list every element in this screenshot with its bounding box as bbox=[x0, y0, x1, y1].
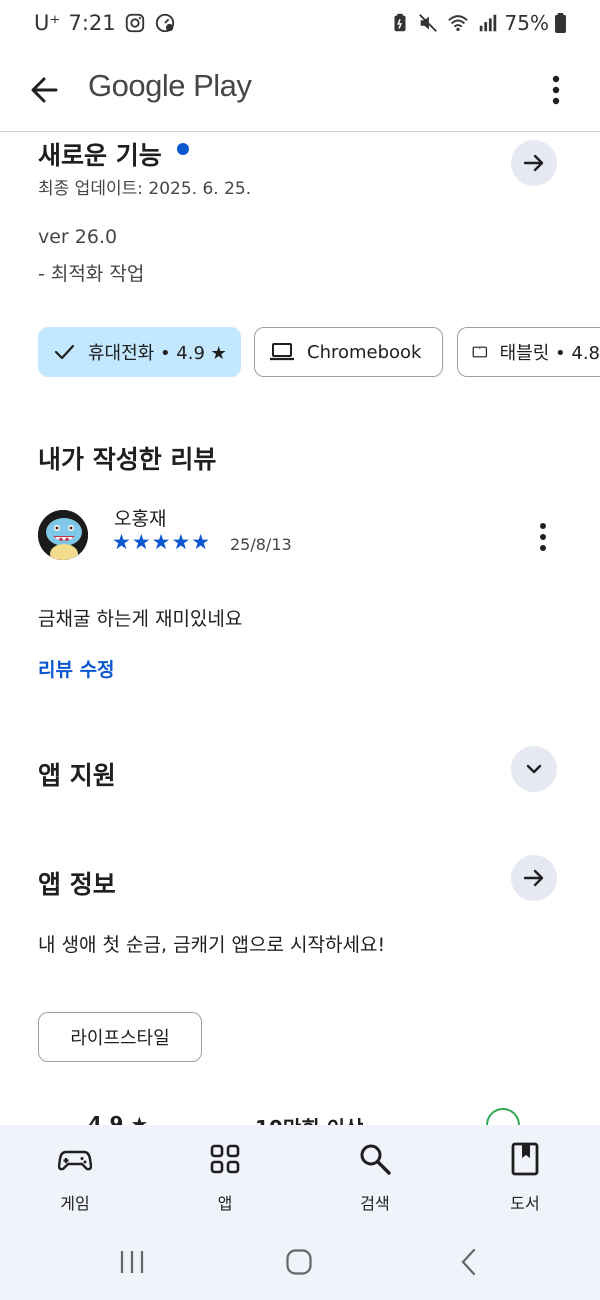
nav-games[interactable]: 게임 bbox=[0, 1125, 150, 1232]
edit-review-link[interactable]: 리뷰 수정 bbox=[38, 655, 115, 682]
status-bar: U⁺ 7:21 75% bbox=[0, 0, 600, 50]
more-options-icon[interactable] bbox=[540, 70, 572, 110]
search-icon bbox=[360, 1144, 391, 1175]
check-icon bbox=[54, 344, 75, 360]
status-left: U⁺ 7:21 bbox=[34, 11, 176, 35]
recent-apps-icon[interactable] bbox=[118, 1248, 146, 1276]
nav-search[interactable]: 검색 bbox=[300, 1125, 450, 1232]
whats-new-title: 새로운 기능 bbox=[38, 141, 162, 170]
app-support-title: 앱 지원 bbox=[38, 761, 116, 790]
system-navigation-bar bbox=[0, 1232, 600, 1300]
nav-search-label: 검색 bbox=[360, 1194, 390, 1213]
app-description: 내 생애 첫 순금, 금캐기 앱으로 시작하세요! bbox=[38, 934, 386, 956]
chip-chromebook[interactable]: Chromebook bbox=[254, 327, 443, 377]
nav-books-label: 도서 bbox=[510, 1194, 540, 1213]
reviewer-name: 오홍재 bbox=[114, 508, 167, 530]
book-icon bbox=[511, 1142, 539, 1176]
review-date: 25/8/13 bbox=[230, 535, 292, 554]
gamepad-icon bbox=[58, 1150, 92, 1171]
update-note: - 최적화 작업 bbox=[38, 263, 145, 285]
arrow-right-icon bbox=[523, 869, 544, 887]
nav-games-label: 게임 bbox=[60, 1194, 90, 1213]
nav-books[interactable]: 도서 bbox=[450, 1125, 600, 1232]
chip-phone[interactable]: 휴대전화 • 4.9 ★ bbox=[38, 327, 241, 377]
app-info-title: 앱 정보 bbox=[38, 870, 116, 899]
battery-saver-icon bbox=[394, 13, 406, 32]
review-text: 금채굴 하는게 재미있네요 bbox=[38, 608, 243, 630]
back-nav-icon[interactable] bbox=[455, 1248, 483, 1276]
tablet-icon bbox=[472, 346, 488, 358]
chip-tablet-label: 태블릿 • 4.8 bbox=[499, 343, 600, 364]
app-support-expand-button[interactable] bbox=[511, 746, 557, 792]
nav-apps[interactable]: 앱 bbox=[150, 1125, 300, 1232]
app-bar: Google Play bbox=[0, 50, 600, 132]
back-arrow-icon[interactable] bbox=[26, 70, 66, 110]
home-icon[interactable] bbox=[285, 1248, 313, 1276]
nav-apps-label: 앱 bbox=[217, 1194, 233, 1213]
review-more-options-icon[interactable] bbox=[528, 518, 558, 556]
last-updated: 최종 업데이트: 2025. 6. 25. bbox=[38, 179, 252, 199]
carrier-label: U⁺ bbox=[34, 11, 61, 35]
signal-icon bbox=[479, 14, 496, 32]
whats-new-arrow-button[interactable] bbox=[511, 140, 557, 186]
app-title: Google Play bbox=[88, 68, 252, 103]
laptop-icon bbox=[270, 343, 294, 361]
my-review-title: 내가 작성한 리뷰 bbox=[38, 445, 217, 474]
category-tag-chip[interactable]: 라이프스타일 bbox=[38, 1012, 202, 1062]
chevron-down-icon bbox=[526, 764, 542, 774]
version-text: ver 26.0 bbox=[38, 226, 118, 248]
battery-percent: 75% bbox=[504, 11, 549, 35]
bottom-navigation: 게임 앱 검색 도서 bbox=[0, 1125, 600, 1232]
chip-tablet[interactable]: 태블릿 • 4.8 bbox=[457, 327, 600, 377]
reviewer-avatar-image bbox=[38, 510, 88, 560]
speedometer-icon bbox=[155, 13, 174, 33]
chip-chromebook-label: Chromebook bbox=[307, 341, 422, 363]
chip-phone-label: 휴대전화 • 4.9 ★ bbox=[88, 343, 227, 364]
apps-grid-icon bbox=[210, 1144, 240, 1174]
instagram-icon bbox=[125, 13, 144, 33]
new-indicator-dot bbox=[177, 143, 189, 155]
battery-icon bbox=[555, 13, 566, 33]
status-time: 7:21 bbox=[68, 11, 116, 35]
status-right: 75% bbox=[389, 11, 566, 35]
mute-icon bbox=[418, 14, 437, 32]
avatar bbox=[38, 510, 88, 560]
arrow-right-icon bbox=[523, 154, 544, 172]
wifi-icon bbox=[447, 15, 468, 32]
star-rating: ★★★★★ bbox=[112, 530, 212, 554]
app-info-arrow-button[interactable] bbox=[511, 855, 557, 901]
